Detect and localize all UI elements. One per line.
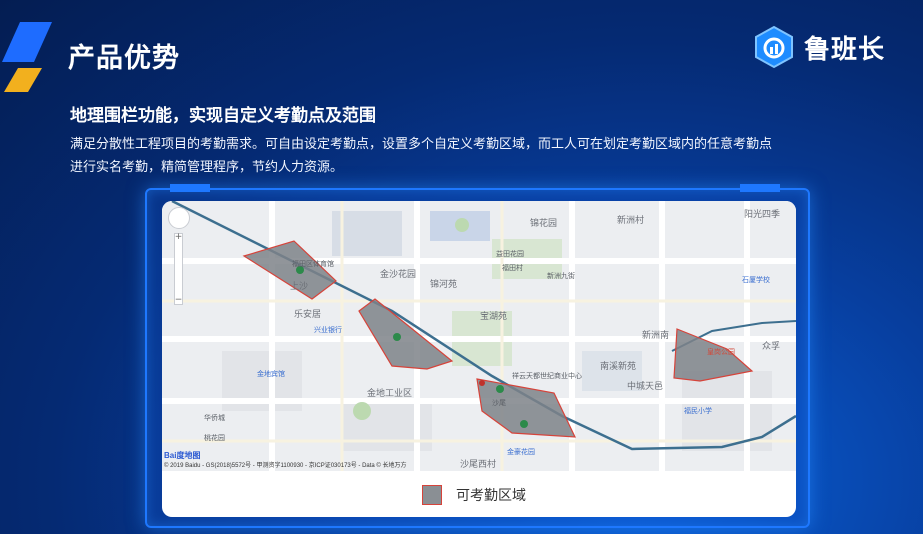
map-label: 益田花园 (496, 251, 524, 258)
map-label: 金沙花园 (380, 269, 417, 279)
header-decoration (2, 22, 52, 92)
map-label: 新洲村 (617, 215, 645, 225)
brand-logo-icon (755, 25, 793, 69)
map-label: 沙尾 (492, 400, 506, 407)
brand-logo: 鲁班长 (752, 25, 885, 69)
map-label: 兴业银行 (314, 327, 342, 334)
map-label: 金豪花园 (507, 449, 535, 456)
map-label: 华侨城 (204, 415, 225, 422)
map-label: 乐安居 (294, 309, 322, 319)
section-description: 满足分散性工程项目的考勤需求。可自由设定考勤点，设置多个自定义考勤区域，而工人可… (70, 133, 860, 179)
map-label: 桃花园 (204, 435, 225, 442)
map-label: 祥云天都世纪商业中心 (512, 373, 582, 380)
map-legend: 可考勤区域 (422, 485, 526, 505)
map-label: 阳光四季 (744, 209, 781, 219)
legend-label: 可考勤区域 (456, 488, 526, 504)
frame-accent (170, 184, 210, 192)
map-zoom-in-button[interactable]: + (174, 233, 183, 242)
description-line: 进行实名考勤，精简管理程序，节约人力资源。 (70, 160, 344, 175)
map-label: 沙尾西村 (460, 459, 497, 469)
frame-accent (740, 184, 780, 192)
map-label: 金地工业区 (367, 388, 413, 398)
map-label: 福民小学 (684, 408, 712, 415)
map-label: 金地宾馆 (257, 371, 285, 378)
map-label: 上沙 (290, 281, 309, 291)
map-label: 新洲九街 (547, 273, 575, 280)
map-label: 皇岗公园 (707, 349, 735, 356)
map-label: 锦花园 (530, 218, 558, 228)
map-label: 中城天邑 (627, 381, 664, 391)
map-pan-control[interactable] (168, 207, 190, 229)
map-label: 新洲南 (642, 330, 670, 340)
section-subtitle: 地理围栏功能，实现自定义考勤点及范围 (70, 106, 376, 126)
map-label: 锦河苑 (430, 279, 458, 289)
description-line: 满足分散性工程项目的考勤需求。可自由设定考勤点，设置多个自定义考勤区域，而工人可… (70, 137, 773, 152)
map-label: 福田区体育馆 (292, 261, 334, 268)
map-canvas (162, 201, 796, 471)
map-card: + − 福田区体育馆 上沙 金沙花园 锦河苑 宝湖苑 乐安居 锦花园 新洲南 兴… (162, 201, 796, 517)
map-label: 南溪新苑 (600, 361, 637, 371)
map-copyright: © 2019 Baidu - GS(2018)5572号 - 甲测资字11009… (164, 463, 407, 469)
map-label: 众孚 (762, 341, 781, 351)
map-zoom-out-button[interactable]: − (174, 296, 183, 305)
page-title: 产品优势 (68, 43, 180, 74)
map-label: 石厦学校 (742, 277, 770, 284)
brand-logo-text: 鲁班长 (804, 34, 886, 65)
geofence-map[interactable]: + − 福田区体育馆 上沙 金沙花园 锦河苑 宝湖苑 乐安居 锦花园 新洲南 兴… (162, 201, 796, 471)
map-label: 宝湖苑 (480, 311, 508, 321)
map-label: 福田村 (502, 265, 523, 272)
legend-swatch (422, 485, 442, 505)
